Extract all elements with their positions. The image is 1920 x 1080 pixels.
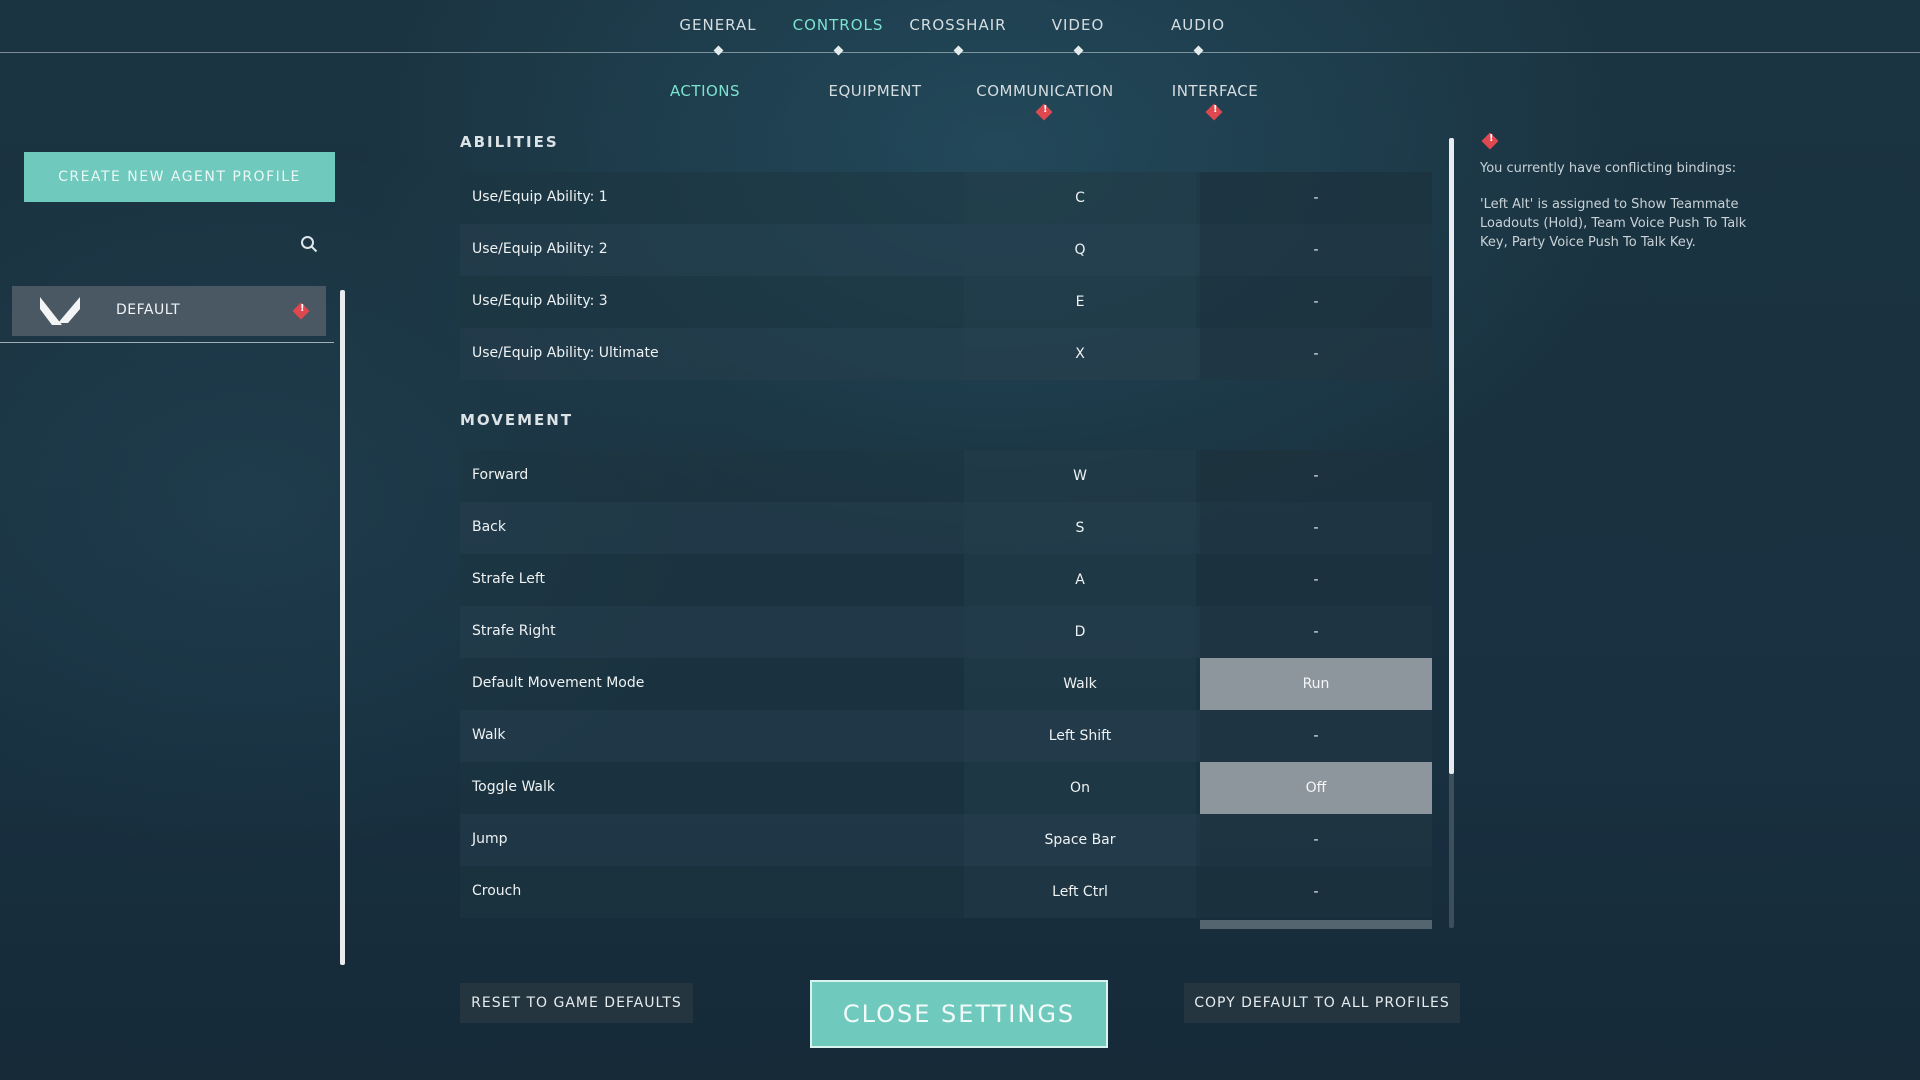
copy-default-profiles-button[interactable]: COPY DEFAULT TO ALL PROFILES [1184, 983, 1460, 1023]
primary-key-cell[interactable]: Q [964, 224, 1196, 276]
search-icon[interactable] [300, 235, 318, 253]
action-label: Forward [472, 467, 529, 483]
binding-row[interactable]: Use/Equip Ability: 2 Q - [460, 224, 1432, 276]
communication-warning-icon [1035, 103, 1053, 121]
bindings-scrollbar[interactable] [1449, 138, 1454, 774]
action-label: Walk [472, 727, 506, 743]
secondary-key-cell[interactable]: - [1200, 606, 1432, 658]
tab-indicator-crosshair [953, 45, 964, 56]
section-title-abilities: ABILITIES [460, 133, 559, 151]
binding-row[interactable]: Strafe Right D - [460, 606, 1432, 658]
create-agent-profile-button[interactable]: CREATE NEW AGENT PROFILE [24, 152, 335, 202]
conflict-message: 'Left Alt' is assigned to Show Teammate … [1480, 197, 1747, 250]
primary-key-cell[interactable]: Left Ctrl [964, 866, 1196, 918]
tab-indicator-audio [1193, 45, 1204, 56]
subtab-equipment[interactable]: EQUIPMENT [790, 82, 960, 100]
option-cell-selected[interactable]: Off [1200, 762, 1432, 814]
primary-key-cell[interactable]: C [964, 172, 1196, 224]
binding-row[interactable]: Forward W - [460, 450, 1432, 502]
secondary-key-cell[interactable]: - [1200, 866, 1432, 918]
action-label: Use/Equip Ability: Ultimate [472, 345, 659, 361]
top-tab-bar: GENERAL CONTROLS CROSSHAIR VIDEO AUDIO [0, 0, 1920, 56]
primary-key-cell[interactable]: E [964, 276, 1196, 328]
secondary-key-cell[interactable]: - [1200, 276, 1432, 328]
tab-indicator-video [1073, 45, 1084, 56]
profile-divider [0, 342, 334, 343]
tab-audio[interactable]: AUDIO [1138, 16, 1258, 34]
secondary-key-cell[interactable]: - [1200, 814, 1432, 866]
tab-crosshair[interactable]: CROSSHAIR [898, 16, 1018, 34]
subtab-communication[interactable]: COMMUNICATION [960, 82, 1130, 100]
action-label: Toggle Walk [472, 779, 555, 795]
action-label: Strafe Left [472, 571, 546, 587]
binding-row[interactable]: Jump Space Bar - [460, 814, 1432, 866]
binding-row[interactable]: Crouch Left Ctrl - [460, 866, 1432, 918]
section-title-movement: MOVEMENT [460, 411, 574, 429]
action-label: Use/Equip Ability: 1 [472, 189, 608, 205]
binding-row[interactable]: Use/Equip Ability: 3 E - [460, 276, 1432, 328]
binding-row[interactable]: Toggle Walk On Off [460, 762, 1432, 814]
action-label: Strafe Right [472, 623, 556, 639]
valorant-logo-icon [40, 297, 80, 325]
binding-row[interactable]: Use/Equip Ability: Ultimate X - [460, 328, 1432, 380]
reset-defaults-button[interactable]: RESET TO GAME DEFAULTS [460, 983, 693, 1023]
secondary-key-cell[interactable]: - [1200, 450, 1432, 502]
secondary-key-cell[interactable]: - [1200, 710, 1432, 762]
interface-warning-icon [1205, 103, 1223, 121]
primary-key-cell[interactable]: S [964, 502, 1196, 554]
primary-key-cell[interactable]: D [964, 606, 1196, 658]
subtab-actions[interactable]: ACTIONS [620, 82, 790, 100]
option-cell-selected[interactable]: Run [1200, 658, 1432, 710]
primary-key-cell[interactable]: W [964, 450, 1196, 502]
option-cell[interactable]: Walk [964, 658, 1196, 710]
action-label: Use/Equip Ability: 2 [472, 241, 608, 257]
next-row-partial [1200, 920, 1432, 929]
binding-row[interactable]: Walk Left Shift - [460, 710, 1432, 762]
binding-row[interactable]: Default Movement Mode Walk Run [460, 658, 1432, 710]
action-label: Back [472, 519, 506, 535]
action-label: Use/Equip Ability: 3 [472, 293, 608, 309]
binding-row[interactable]: Strafe Left A - [460, 554, 1432, 606]
action-label: Default Movement Mode [472, 675, 645, 691]
primary-key-cell[interactable]: X [964, 328, 1196, 380]
tab-video[interactable]: VIDEO [1018, 16, 1138, 34]
secondary-key-cell[interactable]: - [1200, 502, 1432, 554]
tab-general[interactable]: GENERAL [658, 16, 778, 34]
binding-row[interactable]: Use/Equip Ability: 1 C - [460, 172, 1432, 224]
tab-indicator-general [713, 45, 724, 56]
option-cell[interactable]: On [964, 762, 1196, 814]
binding-row[interactable]: Back S - [460, 502, 1432, 554]
action-label: Jump [472, 831, 508, 847]
profile-name: DEFAULT [116, 302, 181, 318]
profile-warning-icon [292, 302, 310, 320]
secondary-key-cell[interactable]: - [1200, 554, 1432, 606]
secondary-key-cell[interactable]: - [1200, 328, 1432, 380]
conflict-warning-icon [1481, 132, 1499, 150]
primary-key-cell[interactable]: A [964, 554, 1196, 606]
conflict-title: You currently have conflicting bindings: [1480, 161, 1737, 176]
close-settings-button[interactable]: CLOSE SETTINGS [810, 980, 1108, 1048]
action-label: Crouch [472, 883, 522, 899]
secondary-key-cell[interactable]: - [1200, 224, 1432, 276]
primary-key-cell[interactable]: Space Bar [964, 814, 1196, 866]
tab-controls[interactable]: CONTROLS [778, 16, 898, 34]
profile-item-default[interactable]: DEFAULT [12, 286, 326, 336]
secondary-key-cell[interactable]: - [1200, 172, 1432, 224]
primary-key-cell[interactable]: Left Shift [964, 710, 1196, 762]
sidebar-scrollbar[interactable] [340, 290, 345, 965]
subtab-interface[interactable]: INTERFACE [1130, 82, 1300, 100]
tab-indicator-controls [833, 45, 844, 56]
